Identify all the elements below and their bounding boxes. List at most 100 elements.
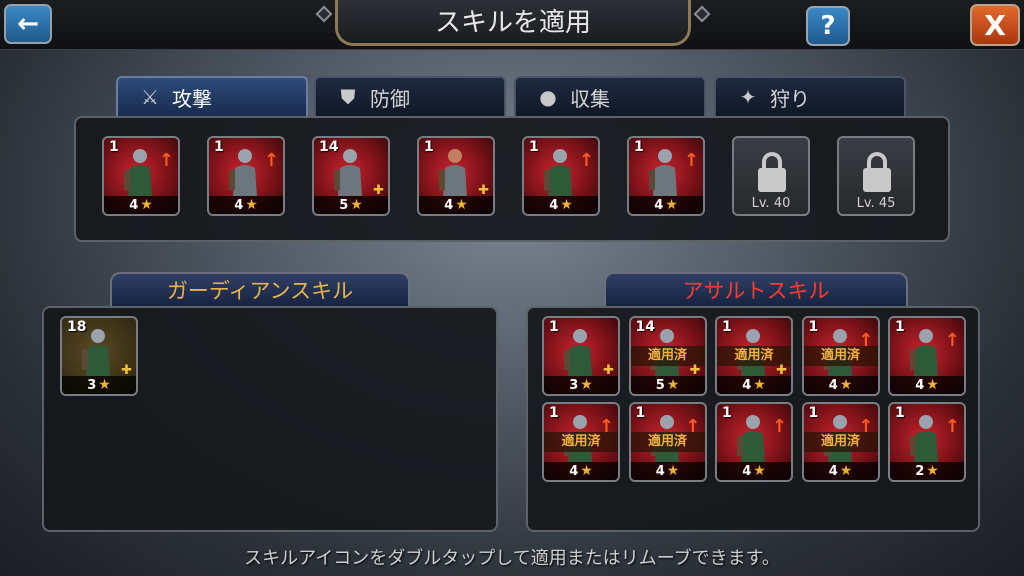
star-icon: ★ xyxy=(98,377,111,393)
star-rating: 4 ★ xyxy=(717,376,791,394)
star-rating: 5 ★ xyxy=(314,196,388,214)
star-count: 4 xyxy=(654,197,664,213)
unit-portrait-icon xyxy=(223,146,267,198)
upgrade-arrow-icon: ↑ xyxy=(578,150,594,171)
star-icon: ★ xyxy=(580,377,593,393)
crossed-swords-icon: ⚔ xyxy=(141,85,159,109)
skill-level: 1 xyxy=(214,139,224,155)
skill-level: 1 xyxy=(722,319,732,335)
beast-icon: ✦ xyxy=(739,85,757,109)
skill-row-card[interactable]: 1 ↑ 4 ★ xyxy=(522,136,600,216)
star-rating: 4 ★ xyxy=(629,196,703,214)
assault-card[interactable]: 1 適用済 ↑ 4 ★ xyxy=(801,402,880,482)
lock-icon-body xyxy=(863,168,891,192)
skill-level: 1 xyxy=(549,319,559,335)
assault-skill-title: アサルトスキル xyxy=(682,279,830,303)
star-icon: ★ xyxy=(140,197,153,213)
skill-level: 1 xyxy=(635,405,646,421)
tab-label: 防御 xyxy=(370,86,410,111)
skill-level: 1 xyxy=(529,139,539,155)
star-icon: ★ xyxy=(753,463,766,479)
skill-level: 1 xyxy=(424,139,434,155)
star-icon: ★ xyxy=(560,197,573,213)
star-count: 4 xyxy=(742,377,752,393)
back-button[interactable]: ← xyxy=(4,4,52,44)
skill-row-card[interactable]: Lv. 40 xyxy=(732,136,810,216)
star-count: 4 xyxy=(234,197,244,213)
star-icon: ★ xyxy=(665,197,678,213)
unit-portrait-icon xyxy=(558,326,602,378)
skill-level: 1 xyxy=(895,405,905,421)
unit-portrait-icon xyxy=(118,146,162,198)
star-rating: 4 ★ xyxy=(104,196,178,214)
guardian-skill-title: ガーディアンスキル xyxy=(166,279,354,303)
star-icon: ★ xyxy=(839,463,853,479)
star-icon: ★ xyxy=(839,377,853,393)
tab-crossed-swords[interactable]: ⚔ 攻撃 xyxy=(116,76,308,116)
star-count: 4 xyxy=(129,197,139,213)
star-rating: 4 ★ xyxy=(524,196,598,214)
skill-row-card[interactable]: 1 ✚ 4 ★ xyxy=(417,136,495,216)
tab-beast[interactable]: ✦ 狩り xyxy=(714,76,906,116)
page-title: スキルを適用 xyxy=(335,0,691,46)
tab-shield[interactable]: ⛊ 防御 xyxy=(314,76,506,116)
upgrade-arrow-icon: ↑ xyxy=(598,416,614,437)
assault-card[interactable]: 1 ↑ 4 ★ xyxy=(715,402,793,482)
skill-row-card[interactable]: 14 ✚ 5 ★ xyxy=(312,136,390,216)
star-count: 2 xyxy=(915,463,925,479)
lock-icon-body xyxy=(758,168,786,192)
skill-row-card[interactable]: 1 ↑ 4 ★ xyxy=(102,136,180,216)
assault-card[interactable]: 1 適用済 ✚ 4 ★ xyxy=(715,316,793,396)
assault-card[interactable]: 1 ↑ 2 ★ xyxy=(888,402,966,482)
close-icon: X xyxy=(984,8,1006,42)
star-count: 4 xyxy=(444,197,454,213)
star-rating: 3 ★ xyxy=(62,376,136,394)
guardian-card[interactable]: 18 ✚ 3 ★ xyxy=(60,316,138,396)
star-rating: 4 ★ xyxy=(890,376,964,394)
assault-card[interactable]: 14 適用済 ✚ 5 ★ xyxy=(628,316,707,396)
close-button[interactable]: X xyxy=(970,4,1020,46)
star-rating: 4 ★ xyxy=(209,196,283,214)
help-button[interactable]: ? xyxy=(806,6,850,46)
back-arrow-icon: ← xyxy=(17,9,39,39)
star-icon: ★ xyxy=(926,377,939,393)
lock-level-label: Lv. 40 xyxy=(751,196,791,211)
skill-level: 1 xyxy=(549,405,559,421)
star-count: 3 xyxy=(569,377,579,393)
star-count: 4 xyxy=(742,463,752,479)
upgrade-arrow-icon: ↑ xyxy=(263,150,279,171)
tab-drop[interactable]: ● 収集 xyxy=(514,76,706,116)
skill-row-card[interactable]: 1 ↑ 4 ★ xyxy=(627,136,705,216)
assault-card[interactable]: 1 ✚ 3 ★ xyxy=(542,316,620,396)
upgrade-arrow-icon: ↑ xyxy=(685,416,701,437)
star-count: 4 xyxy=(569,463,579,479)
assault-card[interactable]: 1 ↑ 4 ★ xyxy=(888,316,966,396)
unit-portrait-icon xyxy=(904,412,948,464)
assault-card[interactable]: 1 適用済 ↑ 4 ★ xyxy=(542,402,620,482)
skill-level: 1 xyxy=(895,319,905,335)
star-count: 4 xyxy=(828,463,838,479)
star-count: 5 xyxy=(339,197,349,213)
star-icon: ★ xyxy=(926,463,939,479)
assault-card[interactable]: 1 適用済 ↑ 4 ★ xyxy=(628,402,707,482)
skill-level: 18 xyxy=(67,319,87,335)
tab-label: 収集 xyxy=(570,86,610,111)
upgrade-arrow-icon: ↑ xyxy=(683,150,699,171)
skill-row-card[interactable]: 1 ↑ 4 ★ xyxy=(207,136,285,216)
shield-icon: ⛊ xyxy=(340,85,356,109)
star-count: 4 xyxy=(915,377,925,393)
star-count: 5 xyxy=(655,377,665,393)
guardian-skill-header: ガーディアンスキル xyxy=(110,272,410,306)
unit-portrait-icon xyxy=(433,146,477,198)
star-count: 4 xyxy=(549,197,559,213)
upgrade-arrow-icon: ↑ xyxy=(858,330,874,351)
star-icon: ★ xyxy=(350,197,363,213)
skill-row-card[interactable]: Lv. 45 xyxy=(837,136,915,216)
skill-level: 1 xyxy=(634,139,644,155)
star-rating: 5 ★ xyxy=(630,376,705,394)
star-rating: 4 ★ xyxy=(630,462,705,480)
star-rating: 3 ★ xyxy=(544,376,618,394)
question-icon: ? xyxy=(820,11,836,41)
upgrade-arrow-icon: ↑ xyxy=(944,330,960,351)
assault-card[interactable]: 1 適用済 ↑ 4 ★ xyxy=(801,316,880,396)
